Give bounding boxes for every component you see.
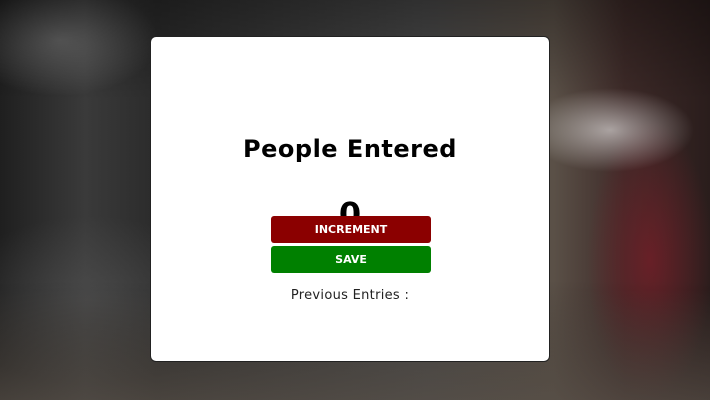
save-button[interactable]: SAVE [271, 246, 431, 273]
page-title: People Entered [243, 135, 457, 163]
increment-button[interactable]: INCREMENT [271, 216, 431, 243]
counter-card: People Entered 0 INCREMENT SAVE Previous… [150, 36, 550, 362]
previous-entries-label: Previous Entries : [290, 288, 410, 303]
